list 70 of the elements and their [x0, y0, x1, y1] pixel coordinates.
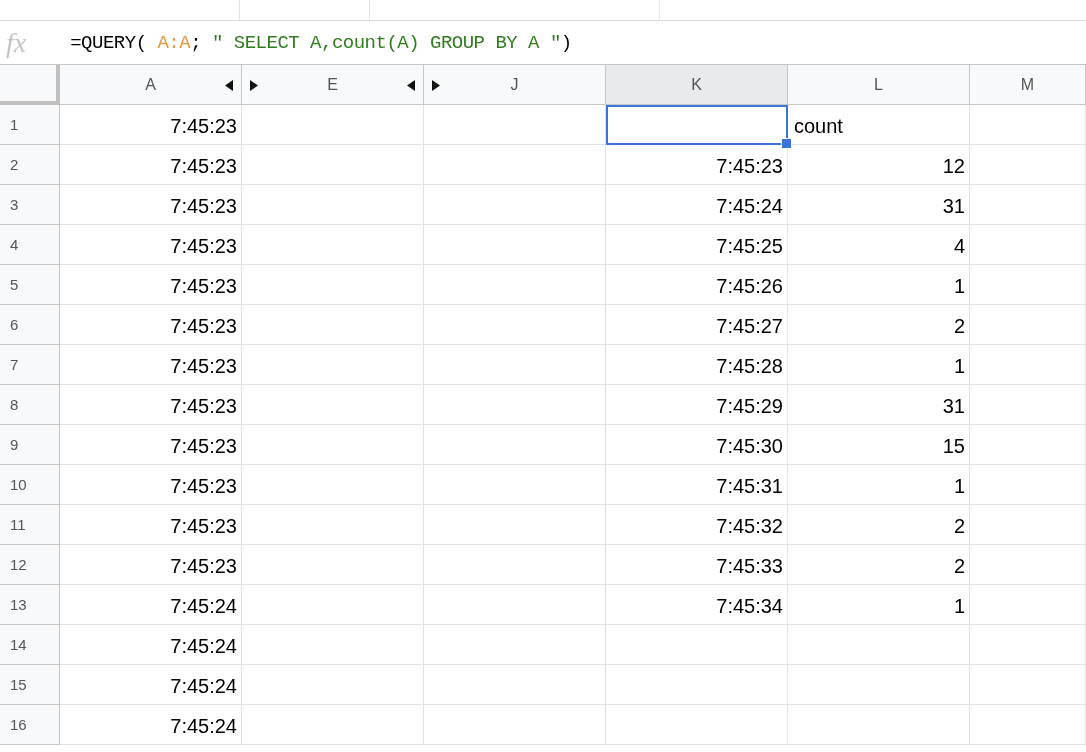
- table-cell: 12: [788, 145, 970, 185]
- table-cell: 7:45:23: [60, 505, 242, 545]
- right-triangle-icon[interactable]: [432, 80, 440, 91]
- table-cell: 7:45:24: [60, 705, 242, 745]
- table-cell: count: [788, 105, 970, 145]
- table-cell: 1: [788, 345, 970, 385]
- table-cell: 1: [788, 585, 970, 625]
- row-header[interactable]: 9: [0, 425, 60, 465]
- table-cell: 4: [788, 225, 970, 265]
- table-cell: 7:45:23: [60, 105, 242, 145]
- table-cell: 15: [788, 425, 970, 465]
- row-header[interactable]: 11: [0, 505, 60, 545]
- table-cell: 7:45:23: [60, 465, 242, 505]
- table-cell: 7:45:24: [60, 585, 242, 625]
- table-cell: 7:45:29: [606, 385, 788, 425]
- table-cell: 2: [788, 545, 970, 585]
- row-header[interactable]: 4: [0, 225, 60, 265]
- table-cell: 7:45:23: [606, 145, 788, 185]
- formula-text[interactable]: =QUERY( A:A; " SELECT A,count(A) GROUP BY A "): [70, 31, 572, 54]
- table-cell: 1: [788, 265, 970, 305]
- fill-handle[interactable]: [781, 138, 792, 149]
- table-cell: 7:45:28: [606, 345, 788, 385]
- column-header[interactable]: K: [606, 65, 788, 105]
- row-header[interactable]: 12: [0, 545, 60, 585]
- table-cell: 31: [788, 385, 970, 425]
- table-cell: 7:45:23: [60, 545, 242, 585]
- row-header[interactable]: 7: [0, 345, 60, 385]
- row-header[interactable]: 1: [0, 105, 60, 145]
- left-triangle-icon[interactable]: [407, 80, 415, 91]
- row-header[interactable]: 6: [0, 305, 60, 345]
- row-header[interactable]: 16: [0, 705, 60, 745]
- table-cell: 7:45:26: [606, 265, 788, 305]
- row-header[interactable]: 14: [0, 625, 60, 665]
- right-triangle-icon[interactable]: [250, 80, 258, 91]
- column-header[interactable]: M: [970, 65, 1086, 105]
- left-triangle-icon[interactable]: [225, 80, 233, 91]
- table-cell: 7:45:23: [60, 305, 242, 345]
- row-header[interactable]: 13: [0, 585, 60, 625]
- row-header[interactable]: 2: [0, 145, 60, 185]
- table-cell: 7:45:33: [606, 545, 788, 585]
- table-cell: 7:45:23: [60, 265, 242, 305]
- table-cell: 7:45:24: [60, 665, 242, 705]
- table-cell: 31: [788, 185, 970, 225]
- row-header[interactable]: 15: [0, 665, 60, 705]
- table-cell: 7:45:23: [60, 345, 242, 385]
- table-cell: 7:45:27: [606, 305, 788, 345]
- table-cell: 7:45:31: [606, 465, 788, 505]
- column-header[interactable]: L: [788, 65, 970, 105]
- row-header[interactable]: 10: [0, 465, 60, 505]
- column-header[interactable]: E: [242, 65, 424, 105]
- row-header[interactable]: 8: [0, 385, 60, 425]
- table-cell: 7:45:23: [60, 185, 242, 225]
- table-cell: 7:45:32: [606, 505, 788, 545]
- column-header[interactable]: A: [60, 65, 242, 105]
- function-label: fx: [6, 26, 27, 59]
- table-cell: 1: [788, 465, 970, 505]
- column-header[interactable]: J: [424, 65, 606, 105]
- table-cell: 7:45:24: [60, 625, 242, 665]
- table-cell: 7:45:25: [606, 225, 788, 265]
- table-cell: 7:45:24: [606, 185, 788, 225]
- table-cell: 2: [788, 305, 970, 345]
- row-header[interactable]: 3: [0, 185, 60, 225]
- table-cell: 7:45:23: [60, 385, 242, 425]
- table-cell: 7:45:34: [606, 585, 788, 625]
- table-cell: 7:45:23: [60, 145, 242, 185]
- table-cell: 2: [788, 505, 970, 545]
- table-cell: 7:45:30: [606, 425, 788, 465]
- table-cell: 7:45:23: [60, 425, 242, 465]
- table-cell: 7:45:23: [60, 225, 242, 265]
- row-header[interactable]: 5: [0, 265, 60, 305]
